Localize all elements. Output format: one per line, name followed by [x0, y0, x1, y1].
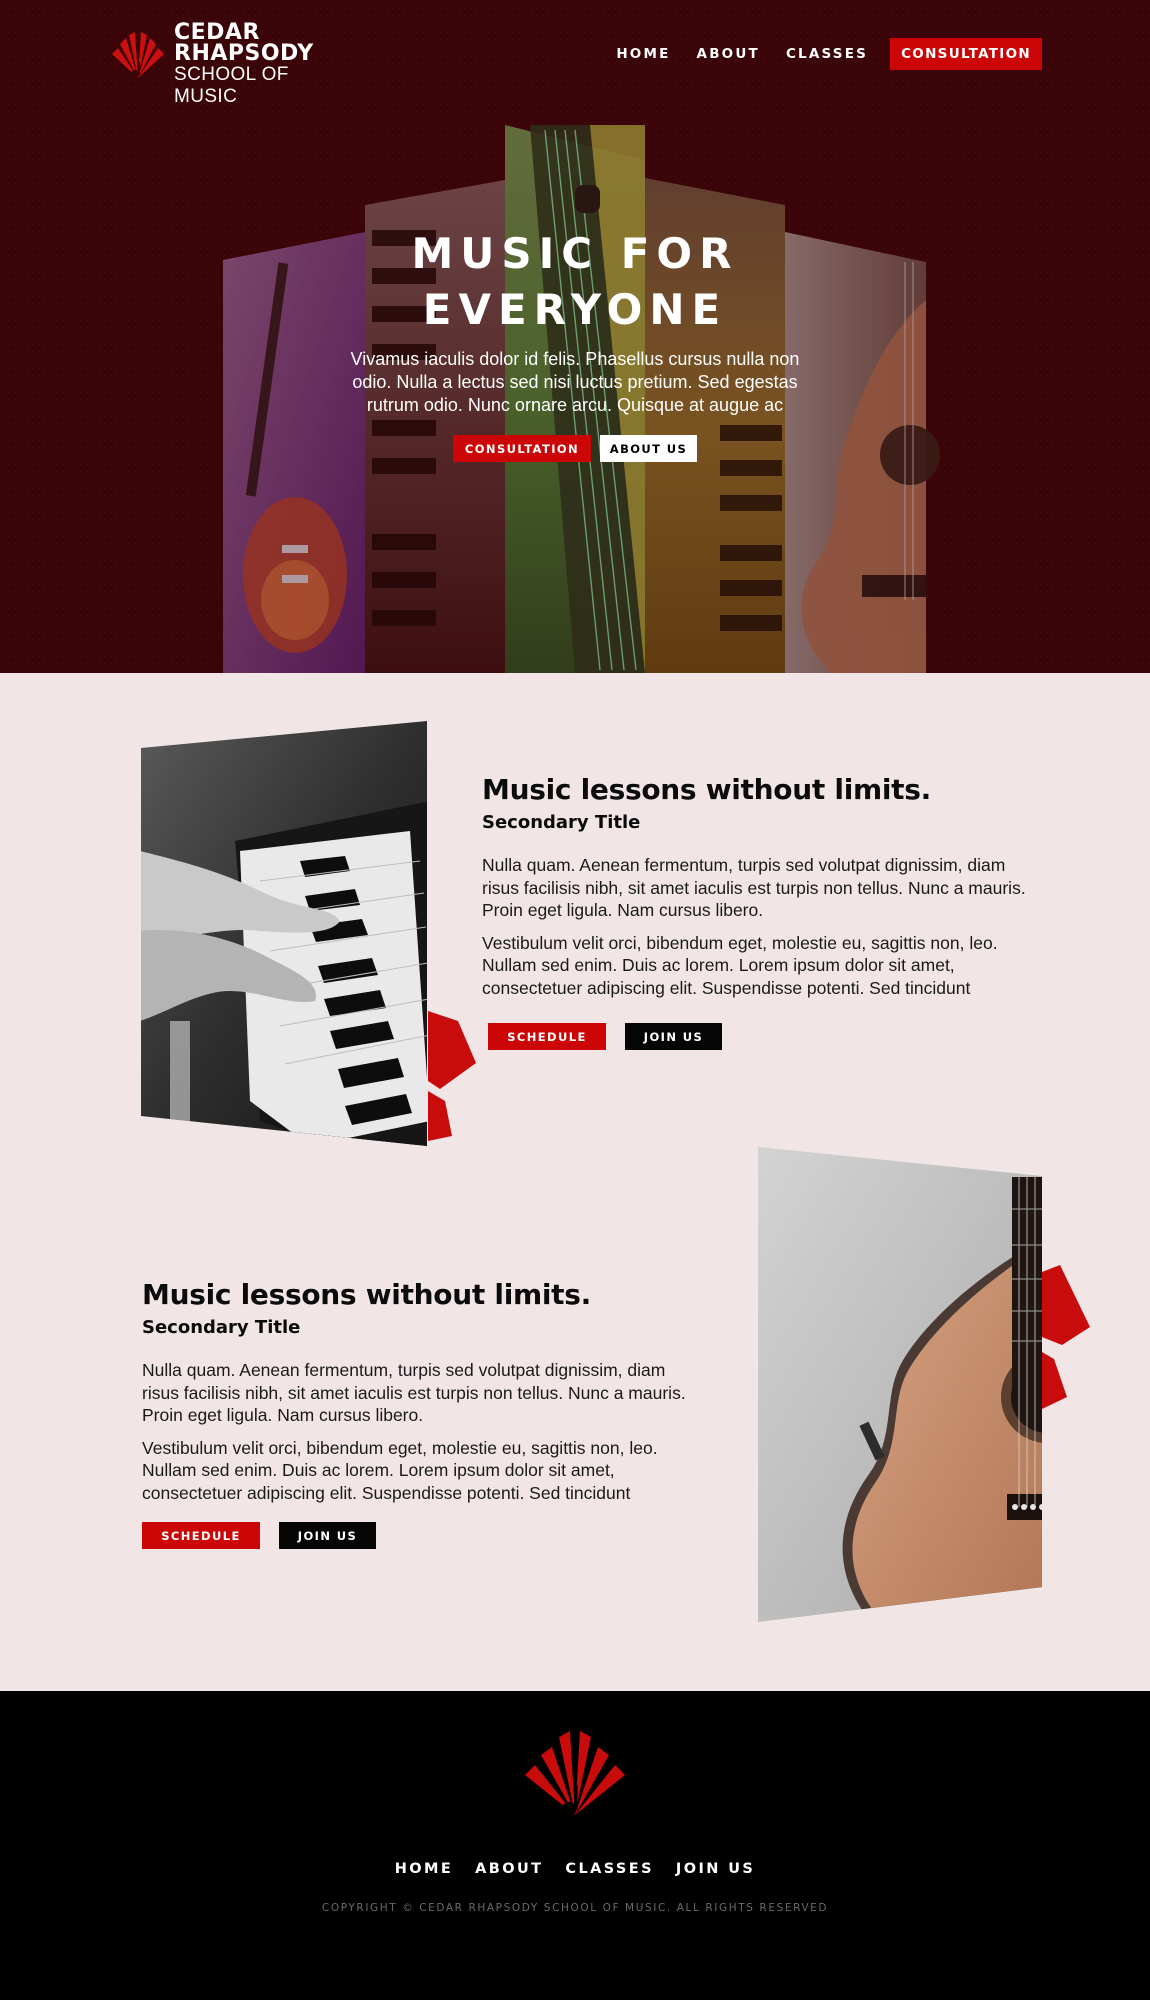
- footer-nav: HOME ABOUT CLASSES JOIN US: [0, 1861, 1150, 1877]
- feature-2-paragraph-2: Vestibulum velit orci, bibendum eget, mo…: [142, 1437, 658, 1503]
- feature-2-title: Music lessons without limits.: [142, 1278, 591, 1311]
- nav-about[interactable]: ABOUT: [697, 46, 760, 62]
- footer-nav-home[interactable]: HOME: [395, 1861, 453, 1877]
- feature-1-schedule-button[interactable]: SCHEDULE: [488, 1023, 606, 1050]
- fan-music-note-logo-icon: [112, 32, 164, 78]
- main-nav: HOME ABOUT CLASSES CONSULTATION: [616, 38, 1042, 70]
- piano-hands-photo: [141, 721, 476, 1146]
- brand-name-line1: CEDAR: [174, 20, 260, 45]
- hero-consultation-button[interactable]: CONSULTATION: [453, 435, 591, 462]
- footer: HOME ABOUT CLASSES JOIN US COPYRIGHT © C…: [0, 1691, 1150, 2000]
- acoustic-guitar-photo: [758, 1147, 1090, 1622]
- feature-section-2: Music lessons without limits. Secondary …: [0, 1143, 1150, 1691]
- nav-consultation-button[interactable]: CONSULTATION: [890, 38, 1042, 70]
- feature-1-paragraph-2: Vestibulum velit orci, bibendum eget, mo…: [482, 932, 998, 998]
- brand-tagline: SCHOOL OF MUSIC: [174, 64, 289, 107]
- feature-1-title: Music lessons without limits.: [482, 773, 931, 806]
- feature-2-join-us-button[interactable]: JOIN US: [279, 1522, 376, 1549]
- feature-2-schedule-button[interactable]: SCHEDULE: [142, 1522, 260, 1549]
- feature-1-paragraph-1: Nulla quam. Aenean fermentum, turpis sed…: [482, 855, 1026, 920]
- brand-logo[interactable]: CEDAR RHAPSODY SCHOOL OF MUSIC: [108, 22, 313, 107]
- feature-1-subtitle: Secondary Title: [482, 812, 641, 833]
- feature-1-join-us-button[interactable]: JOIN US: [625, 1023, 722, 1050]
- nav-home[interactable]: HOME: [616, 46, 670, 62]
- brand-name-line2: RHAPSODY: [174, 41, 314, 66]
- feature-2-copy: Music lessons without limits. Secondary …: [142, 1278, 697, 1549]
- nav-classes[interactable]: CLASSES: [786, 46, 868, 62]
- footer-nav-classes[interactable]: CLASSES: [565, 1861, 654, 1877]
- feature-2-paragraph-1: Nulla quam. Aenean fermentum, turpis sed…: [142, 1360, 686, 1425]
- feature-1-copy: Music lessons without limits. Secondary …: [482, 773, 1032, 1050]
- fan-music-note-logo-icon: [525, 1731, 625, 1816]
- hero-title: MUSIC FOR EVERYONE: [330, 226, 820, 338]
- feature-2-subtitle: Secondary Title: [142, 1317, 301, 1338]
- hero-section: CEDAR RHAPSODY SCHOOL OF MUSIC HOME ABOU…: [0, 0, 1150, 673]
- footer-nav-about[interactable]: ABOUT: [475, 1861, 543, 1877]
- feature-section-1: Music lessons without limits. Secondary …: [0, 673, 1150, 1146]
- hero-copy: MUSIC FOR EVERYONE Vivamus iaculis dolor…: [330, 226, 820, 462]
- footer-nav-join-us[interactable]: JOIN US: [676, 1861, 755, 1877]
- hero-title-line1: MUSIC FOR: [411, 229, 739, 278]
- copyright-text: COPYRIGHT © CEDAR RHAPSODY SCHOOL OF MUS…: [321, 1902, 829, 1914]
- hero-description: Vivamus iaculis dolor id felis. Phasellu…: [350, 349, 800, 415]
- hero-about-us-button[interactable]: ABOUT US: [600, 435, 697, 462]
- hero-title-line2: EVERYONE: [422, 285, 728, 334]
